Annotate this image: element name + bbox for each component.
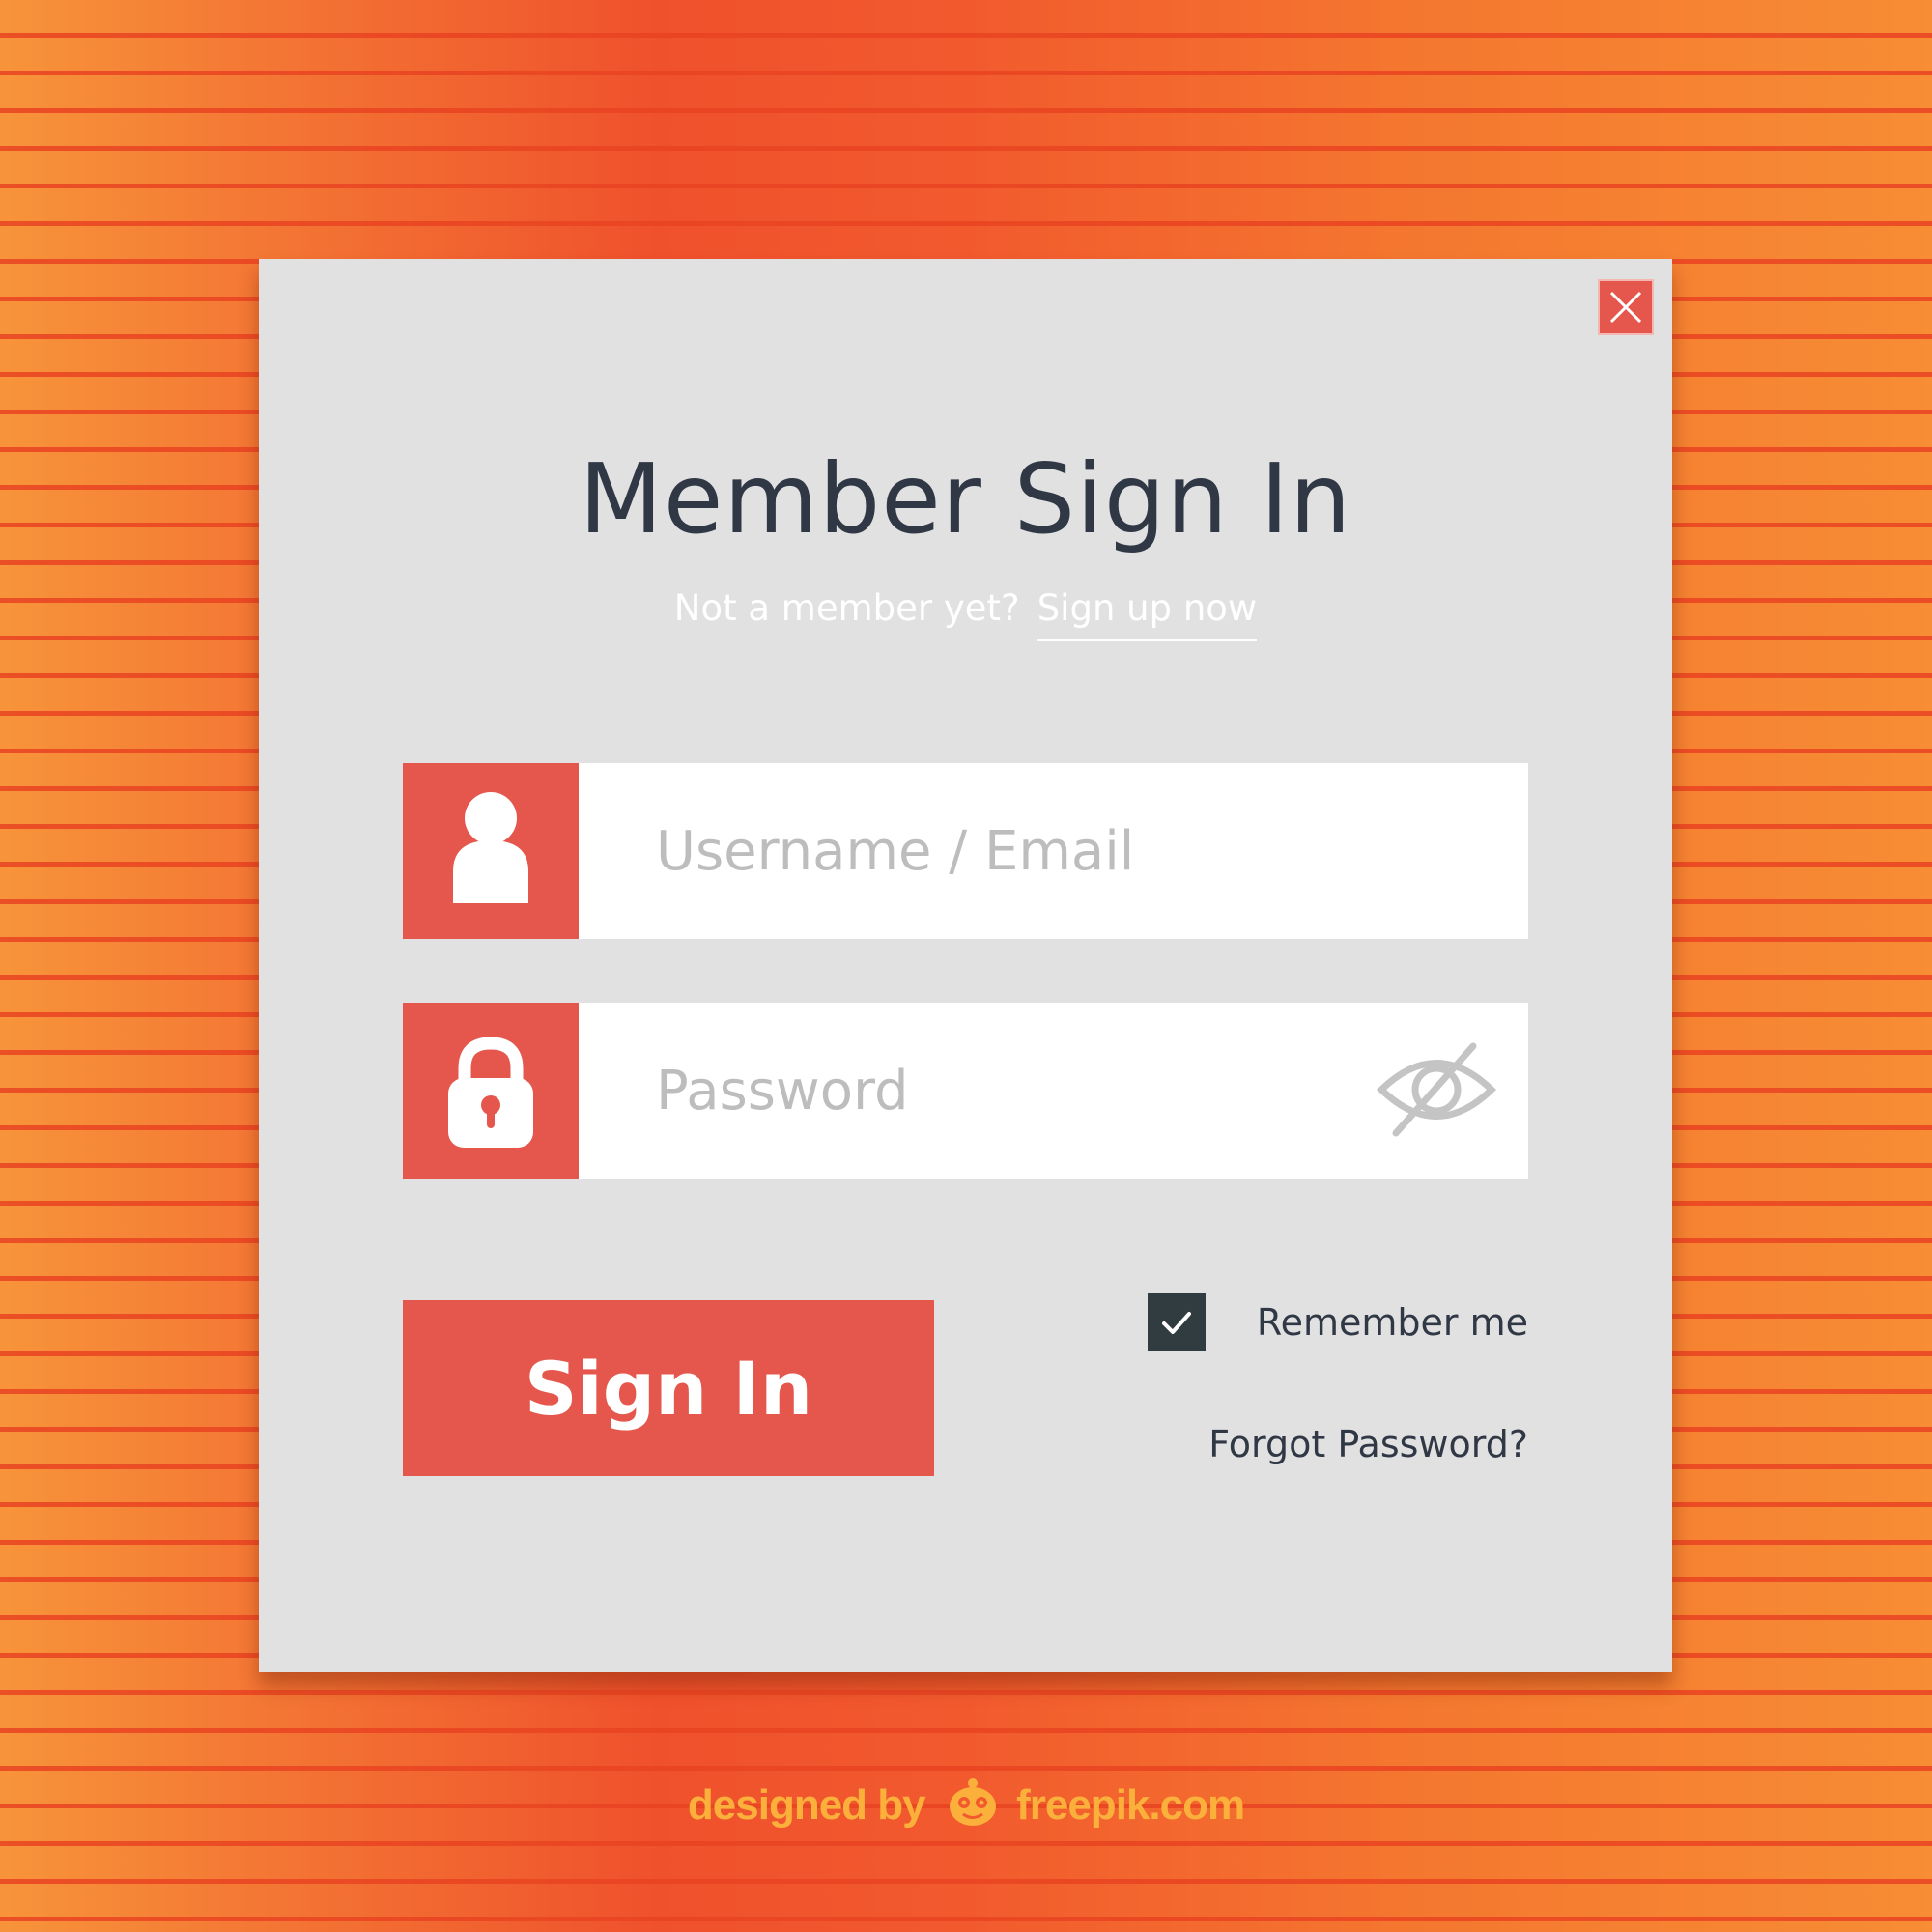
sign-in-button[interactable]: Sign In — [403, 1300, 934, 1476]
signup-prompt-text: Not a member yet? — [673, 587, 1020, 629]
remember-me: Remember me — [1148, 1293, 1528, 1351]
forgot-password-link[interactable]: Forgot Password? — [1208, 1423, 1528, 1465]
eye-slash-icon — [1376, 1042, 1497, 1137]
designer-credit: designed by freepik.com — [0, 1776, 1932, 1840]
remember-me-label: Remember me — [1256, 1301, 1528, 1344]
lock-icon — [448, 1037, 533, 1148]
background: Member Sign In Not a member yet? Sign up … — [0, 0, 1932, 1932]
signup-link[interactable]: Sign up now — [1037, 587, 1258, 641]
user-icon — [453, 792, 528, 903]
close-icon — [1609, 291, 1642, 324]
username-input[interactable] — [656, 763, 1332, 939]
signup-prompt: Not a member yet? Sign up now — [259, 587, 1672, 641]
username-icon-box — [403, 763, 579, 939]
freepik-logo-icon — [946, 1776, 1000, 1840]
credit-brand: freepik.com — [1016, 1781, 1245, 1830]
credit-prefix: designed by — [687, 1781, 926, 1830]
password-input[interactable] — [656, 1003, 1332, 1179]
password-icon-box — [403, 1003, 579, 1179]
sign-in-dialog: Member Sign In Not a member yet? Sign up … — [259, 259, 1672, 1672]
checkmark-icon — [1162, 1312, 1191, 1334]
username-field — [403, 763, 1528, 939]
close-button[interactable] — [1598, 279, 1654, 335]
remember-me-checkbox[interactable] — [1148, 1293, 1206, 1351]
password-visibility-toggle[interactable] — [1374, 1041, 1499, 1138]
password-field — [403, 1003, 1528, 1179]
dialog-title: Member Sign In — [579, 442, 1352, 555]
